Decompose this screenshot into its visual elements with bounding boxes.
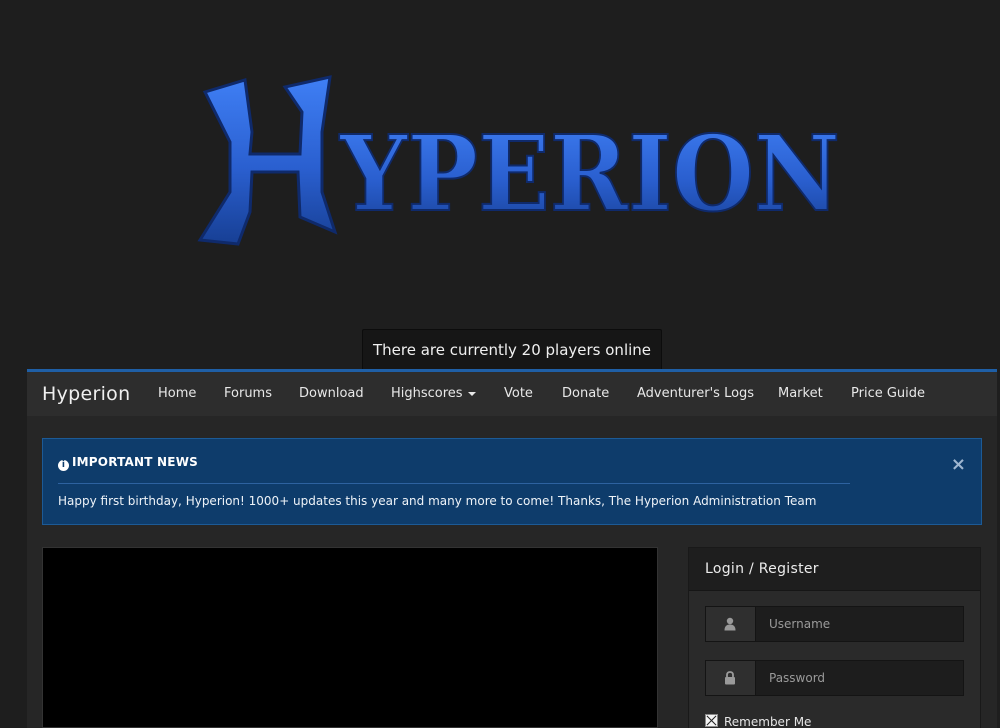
close-icon[interactable]: × (951, 455, 966, 475)
password-field (705, 660, 964, 696)
news-alert: i IMPORTANT NEWS Happy first birthday, Hy… (42, 438, 982, 525)
nav-home[interactable]: Home (158, 372, 196, 416)
nav-highscores-label: Highscores (391, 386, 463, 401)
news-heading: i IMPORTANT NEWS (58, 455, 198, 471)
login-panel-title: Login / Register (705, 561, 819, 577)
username-addon (706, 607, 756, 641)
nav-price-guide[interactable]: Price Guide (851, 372, 925, 416)
remember-me-label: Remember Me (724, 715, 812, 728)
nav-forums[interactable]: Forums (224, 372, 272, 416)
remember-me[interactable]: Remember Me (705, 714, 811, 728)
svg-text:YPERION: YPERION (339, 112, 840, 235)
nav-donate[interactable]: Donate (562, 372, 609, 416)
nav-highscores[interactable]: Highscores (391, 372, 476, 416)
caret-down-icon (467, 391, 476, 396)
news-heading-text: IMPORTANT NEWS (72, 455, 198, 469)
login-panel-header: Login / Register (689, 548, 980, 591)
players-online-banner: There are currently 20 players online (362, 329, 662, 370)
user-icon (724, 617, 736, 631)
password-input[interactable] (756, 661, 963, 695)
username-field (705, 606, 964, 642)
news-divider (58, 483, 850, 484)
navbar-brand[interactable]: Hyperion (42, 372, 130, 416)
main-navbar: Hyperion Home Forums Download Highscores… (27, 369, 997, 416)
username-input[interactable] (756, 607, 963, 641)
news-message: Happy first birthday, Hyperion! 1000+ up… (58, 494, 817, 508)
nav-vote[interactable]: Vote (504, 372, 533, 416)
video-embed[interactable] (42, 547, 658, 728)
page: YPERION There are currently 20 players o… (0, 0, 1000, 728)
lock-icon (725, 671, 735, 685)
password-addon (706, 661, 756, 695)
nav-adventurers-logs[interactable]: Adventurer's Logs (637, 372, 754, 416)
info-icon: i (58, 460, 69, 471)
login-panel: Login / Register Remember Me (688, 547, 981, 728)
checkbox-icon[interactable] (705, 714, 718, 727)
hyperion-logo: YPERION (197, 75, 841, 246)
nav-market[interactable]: Market (778, 372, 823, 416)
nav-download[interactable]: Download (299, 372, 364, 416)
